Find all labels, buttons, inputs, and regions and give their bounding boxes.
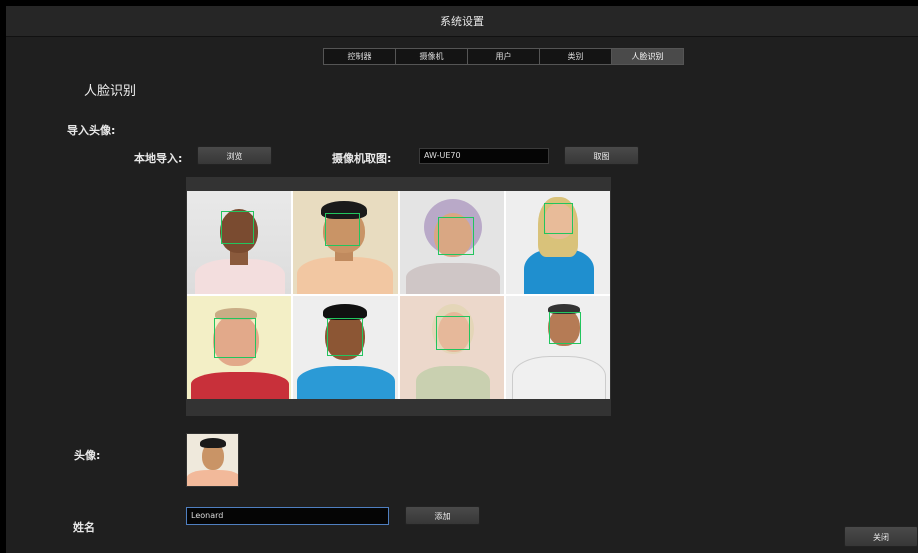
person-photo [187, 191, 292, 294]
face-preview-panel [186, 177, 611, 416]
tab-controller[interactable]: 控制器 [324, 49, 396, 64]
close-button[interactable]: 关闭 [844, 526, 918, 547]
face-detection-box [543, 203, 573, 234]
tab-user[interactable]: 用户 [468, 49, 540, 64]
add-button[interactable]: 添加 [405, 506, 480, 525]
section-title: 人脸识别 [84, 84, 137, 99]
face-detection-box [325, 213, 361, 246]
person-photo [505, 191, 610, 294]
face-detection-box [327, 318, 364, 356]
face-detection-box [548, 312, 581, 344]
face-detection-box [221, 211, 254, 244]
face-detection-box [437, 217, 474, 255]
name-label: 姓名 [73, 521, 95, 534]
local-import-label: 本地导入: [134, 152, 183, 165]
person-photo [187, 296, 292, 399]
tab-category[interactable]: 类别 [540, 49, 612, 64]
person-photo [293, 191, 398, 294]
person-photo [293, 296, 398, 399]
face-image-grid [187, 191, 610, 399]
face-detection-box [435, 316, 470, 350]
camera-capture-label: 摄像机取图: [332, 152, 392, 165]
avatar-label: 头像: [74, 449, 101, 462]
person-photo [399, 191, 504, 294]
avatar-thumbnail [186, 433, 239, 487]
person-photo [399, 296, 504, 399]
face-detection-box [214, 318, 256, 358]
settings-window: 系统设置 控制器 摄像机 用户 类别 人脸识别 人脸识别 导入头像: 本地导入:… [6, 6, 918, 553]
capture-button[interactable]: 取图 [564, 146, 639, 165]
window-title: 系统设置 [440, 15, 484, 28]
person-photo [505, 296, 610, 399]
tab-face-recognition[interactable]: 人脸识别 [612, 49, 683, 64]
tab-bar: 控制器 摄像机 用户 类别 人脸识别 [323, 48, 684, 65]
browse-button[interactable]: 浏览 [197, 146, 272, 165]
tab-camera[interactable]: 摄像机 [396, 49, 468, 64]
import-avatar-label: 导入头像: [67, 124, 116, 137]
camera-select-field[interactable]: AW-UE70 [419, 148, 549, 164]
title-bar: 系统设置 [6, 6, 918, 37]
name-input[interactable]: Leonard [186, 507, 389, 525]
